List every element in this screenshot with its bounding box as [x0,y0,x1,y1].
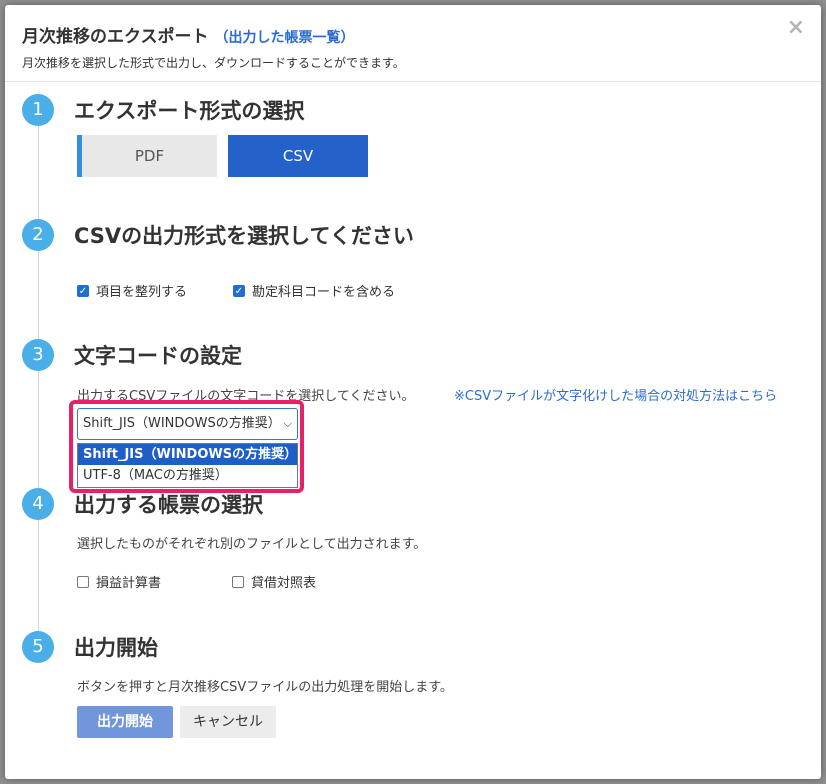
step-3-title: 文字コードの設定 [74,344,242,368]
cancel-button[interactable]: キャンセル [180,706,276,738]
encoding-option-shift-jis[interactable]: Shift_JIS（WINDOWSの方推奨） [78,444,297,465]
step-2-title: CSVの出力形式を選択してください [74,224,414,248]
report-balance-sheet-label: 貸借対照表 [251,576,317,591]
encoding-option-utf8[interactable]: UTF-8（MACの方推奨） [78,465,297,486]
step-2-number: 2 [22,219,54,251]
checkbox-balance-sheet[interactable] [232,575,244,588]
format-pdf-button[interactable]: PDF [77,135,217,177]
checkbox-income-statement[interactable] [77,575,89,588]
option-include-account-code[interactable]: ✓ 勘定科目コードを含める [233,281,395,300]
report-balance-sheet[interactable]: 貸借対照表 [232,572,316,591]
option-align-items[interactable]: ✓ 項目を整列する [77,281,187,300]
step-4-title: 出力する帳票の選択 [74,493,263,517]
option-align-items-label: 項目を整列する [96,285,188,300]
report-income-statement-label: 損益計算書 [96,576,162,591]
encoding-select-value: Shift_JIS（WINDOWSの方推奨） [83,416,281,431]
garbled-help-link[interactable]: ※CSVファイルが文字化けした場合の対処方法はこちら [454,385,777,404]
checkbox-align-items[interactable]: ✓ [77,284,89,297]
modal-title: 月次推移のエクスポート （出力した帳票一覧） [22,22,355,47]
encoding-dropdown: Shift_JIS（WINDOWSの方推奨） UTF-8（MACの方推奨） [77,443,298,488]
modal-header: 月次推移のエクスポート （出力した帳票一覧） 月次推移を選択した形式で出力し、ダウ… [5,5,821,82]
close-icon[interactable]: × [787,17,805,39]
start-description: ボタンを押すと月次推移CSVファイルの出力処理を開始します。 [77,680,453,695]
start-export-button[interactable]: 出力開始 [77,706,173,738]
step-5-number: 5 [22,631,54,663]
step-4-number: 4 [22,488,54,520]
step-3-number: 3 [22,339,54,371]
report-list-link[interactable]: （出力した帳票一覧） [215,30,355,46]
chevron-down-icon: ⌵ [283,417,292,430]
report-income-statement[interactable]: 損益計算書 [77,572,161,591]
format-csv-button[interactable]: CSV [228,135,368,177]
reports-description: 選択したものがそれぞれ別のファイルとして出力されます。 [77,537,427,552]
step-1-number: 1 [22,94,54,126]
export-modal: 月次推移のエクスポート （出力した帳票一覧） 月次推移を選択した形式で出力し、ダウ… [5,5,821,779]
encoding-select[interactable]: Shift_JIS（WINDOWSの方推奨） ⌵ [77,408,298,440]
modal-subtitle: 月次推移を選択した形式で出力し、ダウンロードすることができます。 [22,56,405,70]
step-1-title: エクスポート形式の選択 [74,99,305,123]
option-include-account-code-label: 勘定科目コードを含める [252,285,396,300]
checkbox-include-account-code[interactable]: ✓ [233,284,245,297]
step-5-title: 出力開始 [74,636,158,660]
step-timeline-line [38,115,39,635]
modal-title-text: 月次推移のエクスポート [22,27,209,47]
